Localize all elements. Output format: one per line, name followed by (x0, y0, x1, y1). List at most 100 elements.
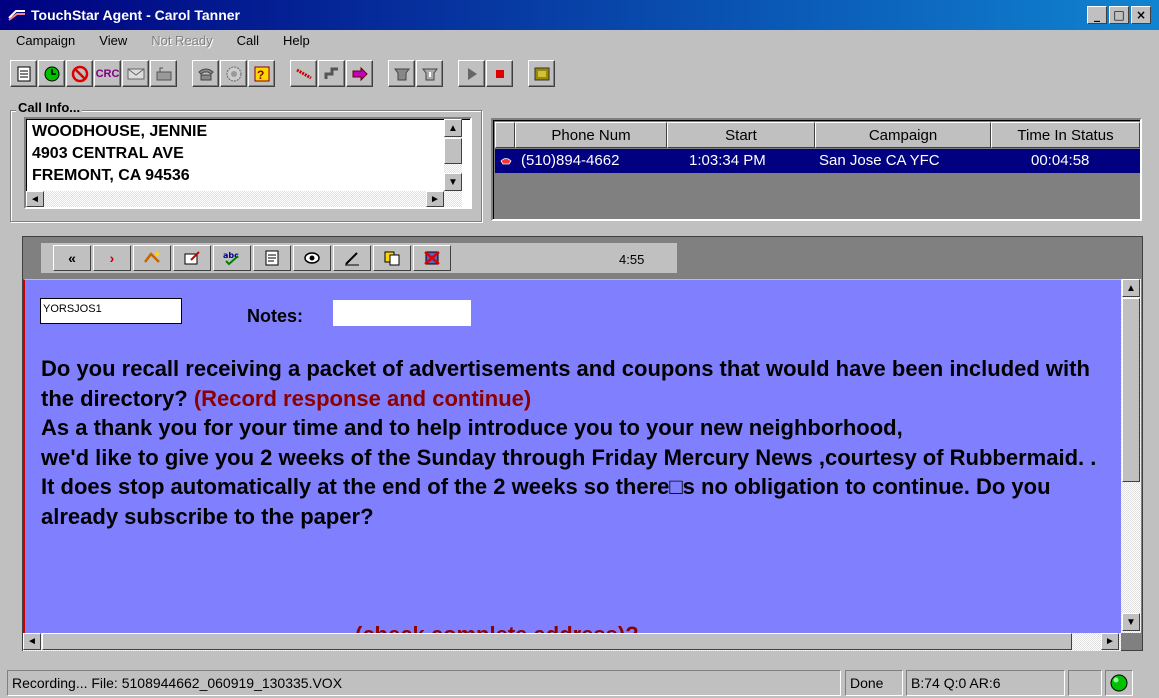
notes-button[interactable] (10, 60, 37, 87)
address-hscroll[interactable]: ◄ ► (26, 191, 462, 207)
window-title: TouchStar Agent - Carol Tanner (31, 7, 240, 23)
call-grid: Phone Num Start Campaign Time In Status … (491, 118, 1142, 221)
forward-button[interactable] (346, 60, 373, 87)
notes-icon (17, 66, 30, 81)
not-ready-button[interactable] (66, 60, 93, 87)
stop-icon (495, 69, 504, 78)
script-vscroll[interactable]: ▲ ▼ (1121, 279, 1141, 633)
grid-header-campaign[interactable]: Campaign (815, 122, 991, 148)
hangup-icon (295, 68, 312, 79)
conference-button[interactable] (220, 60, 247, 87)
status-led-cell (1105, 670, 1133, 696)
contact-street: 4903 CENTRAL AVE (32, 145, 184, 162)
script-toolbar: « › abc 4:55 (41, 243, 677, 273)
grid-header-time[interactable]: Time In Status (991, 122, 1140, 148)
script-panel: « › abc 4:55 YORSJOS1 Notes: Do you reca… (22, 236, 1143, 651)
menu-call[interactable]: Call (221, 31, 267, 51)
forward-icon (352, 66, 368, 81)
crc-icon: CRC (95, 67, 120, 80)
unhold-icon (421, 68, 438, 80)
crc-button[interactable]: CRC (94, 60, 121, 87)
grid-header-indicator (495, 122, 515, 148)
unhold-button[interactable] (416, 60, 443, 87)
address-scroll-down-icon[interactable]: ▼ (444, 173, 462, 191)
row-campaign: San Jose CA YFC (819, 152, 940, 169)
menu-campaign[interactable]: Campaign (0, 31, 83, 51)
svg-text:abc: abc (223, 251, 239, 260)
script-scroll-up-icon[interactable]: ▲ (1122, 279, 1140, 297)
row-time: 00:04:58 (1031, 152, 1090, 169)
maximize-button[interactable]: □ (1109, 6, 1129, 24)
stop-button[interactable] (486, 60, 513, 87)
notes-input[interactable] (333, 300, 471, 326)
minimize-button[interactable]: _ (1087, 6, 1107, 24)
dial-button[interactable] (133, 245, 171, 271)
hangup-button[interactable] (290, 60, 317, 87)
conference-icon (226, 66, 241, 81)
edit-button[interactable] (173, 245, 211, 271)
svg-text:?: ? (257, 68, 264, 82)
touchstar-logo-icon (8, 10, 25, 21)
spell-check-icon: abc (223, 251, 239, 266)
spell-check-button[interactable]: abc (213, 245, 251, 271)
phone-icon (197, 68, 214, 80)
cancel-button[interactable] (413, 245, 451, 271)
script-cutoff-text: (check complete address)? (355, 622, 639, 633)
status-stats: B:74 Q:0 AR:6 (906, 670, 1065, 696)
cancel-icon (424, 251, 440, 265)
question-button[interactable]: ? (248, 60, 275, 87)
script-scroll-down-icon[interactable]: ▼ (1122, 613, 1140, 631)
menu-bar: Campaign View Not Ready Call Help (0, 31, 318, 51)
script-area[interactable]: YORSJOS1 Notes: Do you recall receiving … (23, 279, 1121, 633)
hold-button[interactable] (388, 60, 415, 87)
call-info-label: Call Info... (16, 100, 83, 115)
mail-icon (127, 68, 144, 79)
back-button[interactable]: « (53, 245, 91, 271)
grid-header-start[interactable]: Start (667, 122, 815, 148)
close-button[interactable]: × (1131, 6, 1151, 24)
exit-button[interactable] (528, 60, 555, 87)
script-scroll-left-icon[interactable]: ◄ (23, 633, 41, 650)
copy-button[interactable] (373, 245, 411, 271)
question-icon: ? (254, 66, 269, 82)
active-call-icon (500, 158, 512, 165)
script-thank-you: As a thank you for your time and to help… (41, 415, 903, 440)
connection-led-icon (1110, 674, 1128, 692)
script-scroll-right-icon[interactable]: ► (1101, 633, 1119, 650)
form-button[interactable] (253, 245, 291, 271)
menu-not-ready[interactable]: Not Ready (135, 31, 220, 51)
voicemail-button[interactable] (150, 60, 177, 87)
script-instruction: (Record response and continue) (193, 385, 532, 411)
address-scroll-left-icon[interactable]: ◄ (26, 191, 44, 207)
play-button[interactable] (458, 60, 485, 87)
play-icon (467, 67, 477, 80)
phone-button[interactable] (192, 60, 219, 87)
address-scroll-right-icon[interactable]: ► (426, 191, 444, 207)
mail-button[interactable] (122, 60, 149, 87)
transfer-button[interactable] (318, 60, 345, 87)
grid-header-phone[interactable]: Phone Num (515, 122, 667, 148)
next-button[interactable]: › (93, 245, 131, 271)
copy-icon (384, 251, 400, 266)
view-icon (304, 252, 320, 264)
pen-button[interactable] (333, 245, 371, 271)
address-scroll-up-icon[interactable]: ▲ (444, 119, 462, 137)
edit-icon (184, 251, 200, 265)
script-scroll-thumb[interactable] (1122, 298, 1140, 482)
view-button[interactable] (293, 245, 331, 271)
ready-button[interactable] (38, 60, 65, 87)
form-icon (265, 250, 279, 266)
ready-icon (44, 66, 59, 81)
address-box[interactable]: WOODHOUSE, JENNIE 4903 CENTRAL AVE FREMO… (24, 117, 472, 209)
address-vscroll[interactable]: ▲ ▼ (444, 119, 462, 191)
address-scroll-thumb[interactable] (444, 138, 462, 164)
script-hscroll-thumb[interactable] (42, 633, 1072, 650)
not-ready-icon (71, 65, 88, 82)
dial-icon (144, 252, 160, 263)
menu-view[interactable]: View (83, 31, 135, 51)
table-row[interactable]: (510)894-4662 1:03:34 PM San Jose CA YFC… (495, 149, 1140, 173)
campaign-code-field[interactable]: YORSJOS1 (40, 298, 182, 324)
menu-help[interactable]: Help (267, 31, 318, 51)
title-bar[interactable]: TouchStar Agent - Carol Tanner _ □ × (0, 0, 1159, 30)
script-hscroll[interactable]: ◄ ► (23, 633, 1121, 651)
